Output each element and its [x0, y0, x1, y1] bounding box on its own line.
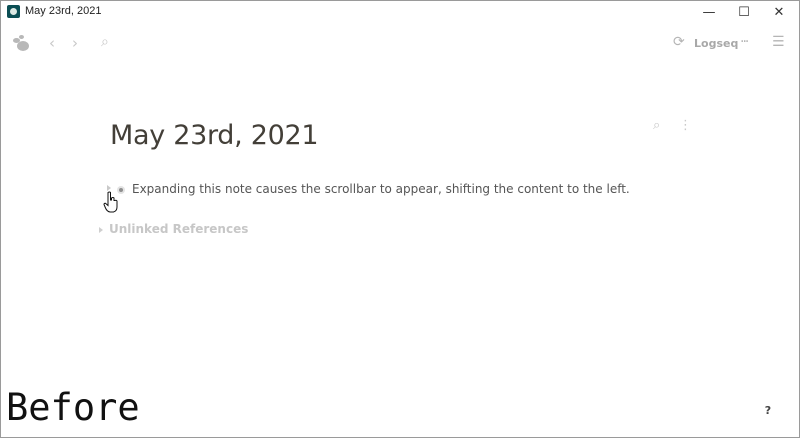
sync-icon[interactable]: ⟳ — [673, 34, 685, 50]
page-search-icon[interactable]: ⌕ — [653, 118, 660, 133]
minimize-button[interactable]: — — [692, 0, 726, 24]
close-button[interactable]: ✕ — [762, 0, 796, 24]
block: Expanding this note causes the scrollbar… — [105, 182, 705, 200]
window-title: May 23rd, 2021 — [25, 5, 102, 17]
page-title[interactable]: May 23rd, 2021 — [110, 120, 319, 151]
before-caption: Before — [6, 386, 140, 429]
logseq-logo-icon[interactable] — [13, 35, 33, 51]
unlinked-references-label: Unlinked References — [109, 222, 249, 236]
repo-button[interactable]: Logseq — [694, 37, 738, 50]
forward-arrow-icon[interactable]: › — [72, 34, 78, 52]
title-bar: May 23rd, 2021 — ☐ ✕ — [0, 0, 800, 24]
back-arrow-icon[interactable]: ‹ — [49, 34, 55, 52]
page-more-icon[interactable]: ⋮ — [679, 118, 692, 133]
search-icon[interactable]: ⌕ — [101, 34, 109, 50]
app-icon — [7, 5, 20, 18]
app-header: ‹ › ⌕ ⟳ Logseq ··· ☰ — [0, 28, 800, 58]
hand-cursor-icon — [103, 191, 118, 213]
more-icon[interactable]: ··· — [740, 34, 749, 50]
window-frame — [0, 0, 800, 438]
maximize-button[interactable]: ☐ — [727, 0, 761, 24]
menu-icon[interactable]: ☰ — [772, 34, 785, 50]
block-content[interactable]: Expanding this note causes the scrollbar… — [132, 182, 630, 196]
unlinked-references-arrow-icon — [99, 227, 103, 233]
help-button[interactable]: ? — [759, 402, 777, 420]
